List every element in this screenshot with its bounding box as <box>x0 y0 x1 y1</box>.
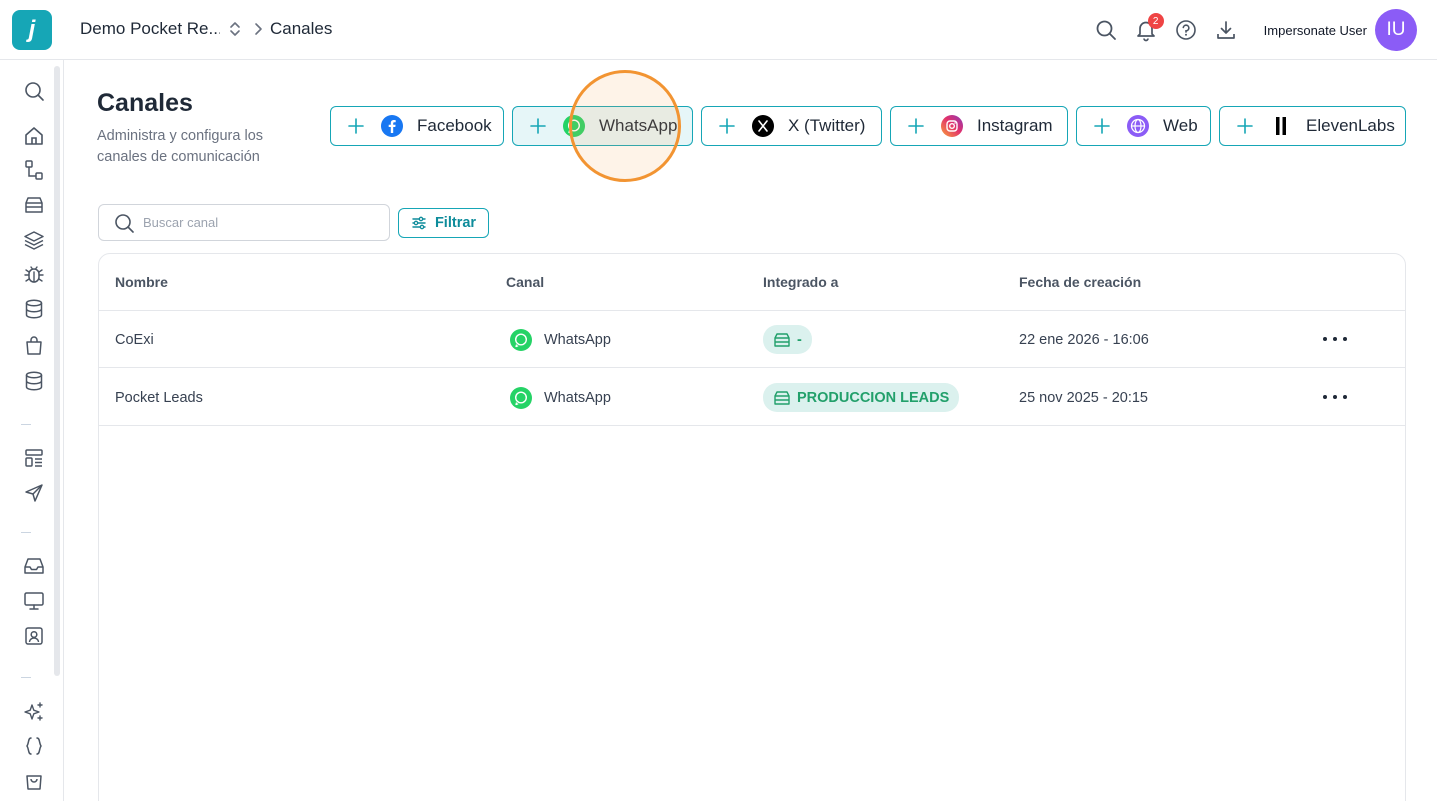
search-box[interactable] <box>98 204 390 241</box>
plus-icon <box>719 118 735 134</box>
breadcrumb: Demo Pocket Re... Canales <box>80 19 332 39</box>
archive-icon <box>774 332 790 347</box>
add-instagram-button[interactable]: Instagram <box>890 106 1068 146</box>
table-row[interactable]: CoExi WhatsApp - 22 ene 2026 - 16:06 <box>99 311 1405 368</box>
filter-label: Filtrar <box>434 215 477 231</box>
add-facebook-button[interactable]: Facebook <box>330 106 504 146</box>
avatar[interactable]: IU <box>1375 9 1417 51</box>
filter-button[interactable]: Filtrar <box>398 208 489 238</box>
cell-integrated: PRODUCCION LEADS <box>763 369 960 426</box>
cell-channel: WhatsApp <box>510 311 611 368</box>
channel-label: Web <box>1163 116 1198 135</box>
sidebar-scrollbar[interactable] <box>54 66 60 676</box>
whatsapp-icon <box>510 386 532 409</box>
row-actions-menu[interactable] <box>1323 387 1347 407</box>
add-whatsapp-button[interactable]: WhatsApp <box>512 106 693 146</box>
add-elevenlabs-button[interactable]: ElevenLabs <box>1219 106 1406 146</box>
add-web-button[interactable]: Web <box>1076 106 1211 146</box>
inbox-icon[interactable] <box>22 554 46 578</box>
channel-label: Instagram <box>977 116 1053 135</box>
home-icon[interactable] <box>22 124 46 148</box>
cell-name: CoExi <box>115 331 154 348</box>
instagram-icon <box>941 115 963 137</box>
cell-created: 22 ene 2026 - 16:06 <box>1019 331 1149 348</box>
channel-label: WhatsApp <box>599 116 678 135</box>
cell-name: Pocket Leads <box>115 389 203 406</box>
channel-name: WhatsApp <box>544 389 611 406</box>
plus-icon <box>530 118 546 134</box>
cell-created: 25 nov 2025 - 20:15 <box>1019 389 1148 406</box>
braces-icon[interactable] <box>22 734 46 758</box>
app-logo[interactable]: j <box>12 10 52 50</box>
bag-icon[interactable] <box>22 333 46 357</box>
add-x-twitter-button[interactable]: X (Twitter) <box>701 106 882 146</box>
plus-icon <box>348 118 364 134</box>
notification-badge: 2 <box>1147 13 1164 29</box>
channel-name: WhatsApp <box>544 331 611 348</box>
integration-label: - <box>797 331 802 348</box>
x-twitter-icon <box>752 115 774 137</box>
sidebar <box>0 60 64 801</box>
search-icon <box>115 213 134 233</box>
monitor-icon[interactable] <box>22 589 46 613</box>
integration-label: PRODUCCION LEADS <box>797 389 950 406</box>
row-actions-menu[interactable] <box>1323 329 1347 349</box>
layers-icon[interactable] <box>22 228 46 252</box>
top-actions: 2 Impersonate User IU <box>1086 8 1417 52</box>
plus-icon <box>1094 118 1110 134</box>
flow-icon[interactable] <box>22 158 46 182</box>
column-header-channel[interactable]: Canal <box>506 274 544 290</box>
database-icon[interactable] <box>22 297 46 321</box>
org-selector[interactable]: Demo Pocket Re... <box>80 19 220 39</box>
chevron-right-icon <box>255 23 262 35</box>
facebook-icon <box>381 115 403 137</box>
logo-letter: j <box>28 16 36 43</box>
store-icon[interactable] <box>22 769 46 793</box>
chevron-up-down-icon[interactable] <box>228 19 242 39</box>
integration-tag[interactable]: - <box>763 325 812 354</box>
column-header-created[interactable]: Fecha de creación <box>1019 274 1141 290</box>
archive-icon[interactable] <box>22 193 46 217</box>
download-icon[interactable] <box>1206 10 1246 50</box>
table-row[interactable]: Pocket Leads WhatsApp PRODUCCION LEADS 2… <box>99 369 1405 426</box>
channels-table: Nombre Canal Integrado a Fecha de creaci… <box>98 253 1406 801</box>
archive-icon <box>774 390 790 405</box>
sidebar-divider <box>21 677 31 678</box>
sliders-icon <box>412 216 426 230</box>
page-title: Canales <box>97 89 193 117</box>
sidebar-search-icon[interactable] <box>22 79 46 103</box>
user-name[interactable]: Impersonate User <box>1264 23 1367 38</box>
channel-label: X (Twitter) <box>788 116 866 135</box>
channel-label: Facebook <box>417 116 492 135</box>
sparkles-icon[interactable] <box>22 700 46 724</box>
search-icon[interactable] <box>1086 10 1126 50</box>
column-header-name[interactable]: Nombre <box>115 274 168 290</box>
whatsapp-icon <box>563 115 585 137</box>
globe-icon <box>1127 115 1149 137</box>
column-header-integrated[interactable]: Integrado a <box>763 274 838 290</box>
plus-icon <box>1237 118 1253 134</box>
sidebar-divider <box>21 424 31 425</box>
help-icon[interactable] <box>1166 10 1206 50</box>
page-subtitle: Administra y configura los canales de co… <box>97 128 264 165</box>
plus-icon <box>908 118 924 134</box>
contact-icon[interactable] <box>22 624 46 648</box>
search-input[interactable] <box>143 215 363 230</box>
database-alt-icon[interactable] <box>22 369 46 393</box>
cell-integrated: - <box>763 311 812 368</box>
table-header: Nombre Canal Integrado a Fecha de creaci… <box>99 254 1405 311</box>
cell-channel: WhatsApp <box>510 369 611 426</box>
breadcrumb-current: Canales <box>270 19 333 38</box>
top-bar: j Demo Pocket Re... Canales 2 Impersonat… <box>0 0 1437 60</box>
sidebar-divider <box>21 532 31 533</box>
send-icon[interactable] <box>22 481 46 505</box>
app: j Demo Pocket Re... Canales 2 Impersonat… <box>0 0 1437 801</box>
bug-icon[interactable] <box>22 262 46 286</box>
layout-icon[interactable] <box>22 446 46 470</box>
integration-tag[interactable]: PRODUCCION LEADS <box>763 383 960 412</box>
whatsapp-icon <box>510 328 532 351</box>
elevenlabs-icon <box>1270 115 1292 137</box>
bell-icon[interactable]: 2 <box>1126 10 1166 50</box>
channel-label: ElevenLabs <box>1306 116 1395 135</box>
